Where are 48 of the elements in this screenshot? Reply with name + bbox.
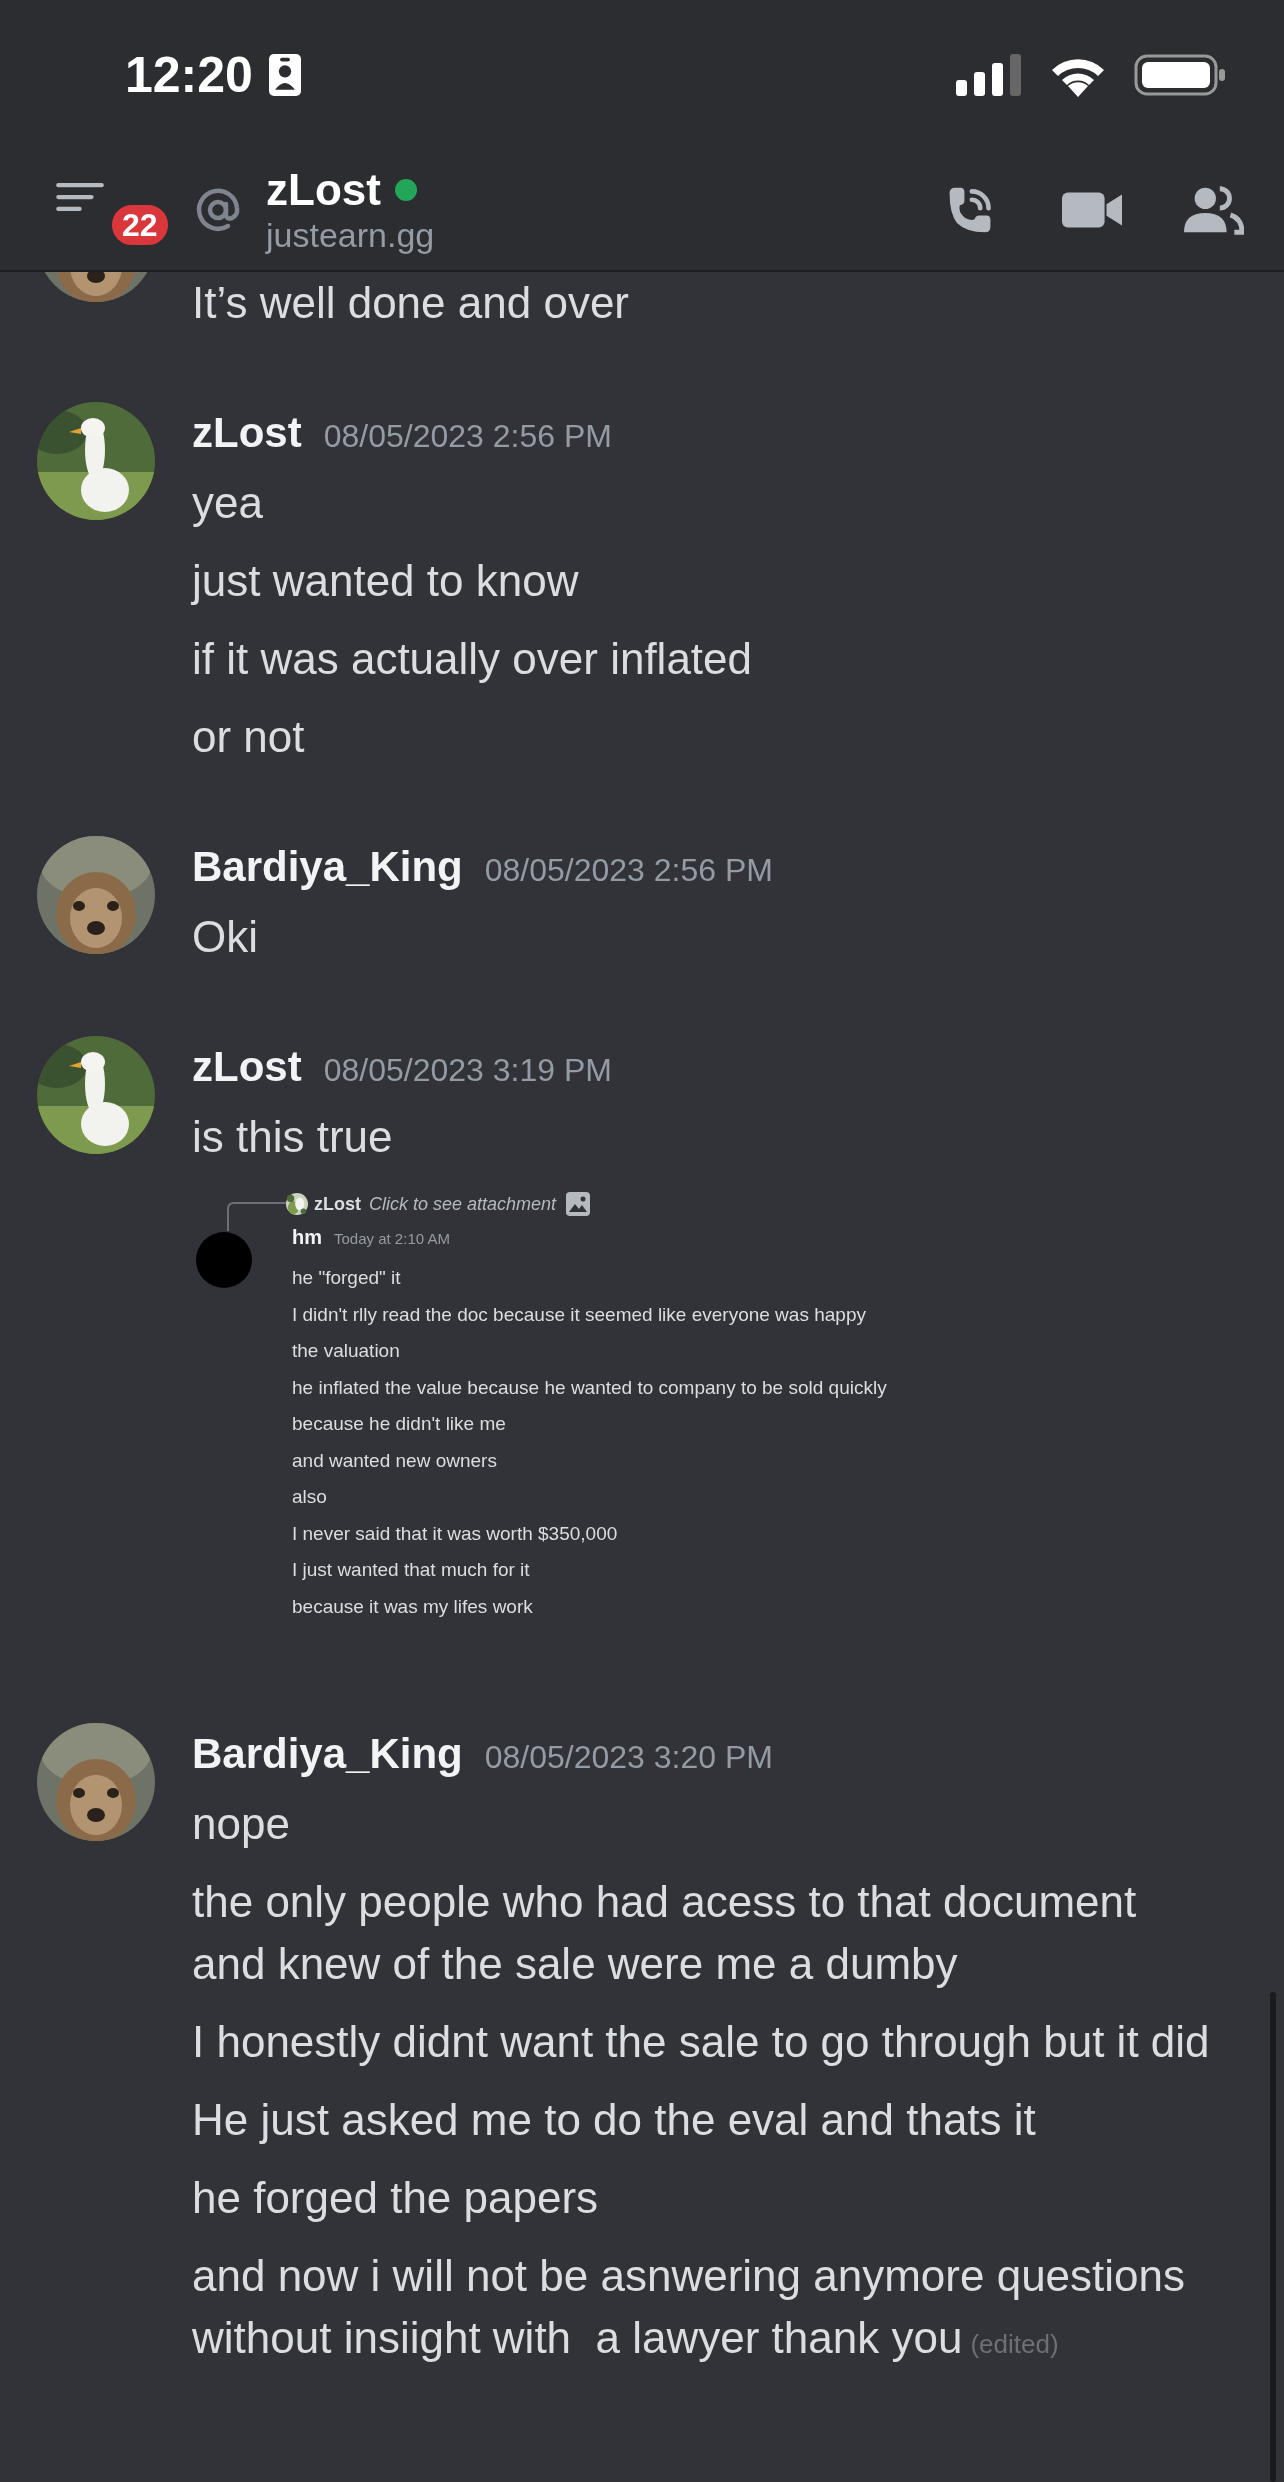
reply-author[interactable]: zLost <box>314 1193 361 1215</box>
message-text: I just wanted that much for it <box>292 1558 531 1582</box>
message-text: I never said that it was worth $350,000 <box>292 1521 619 1546</box>
scrollbar[interactable] <box>1270 1992 1276 2482</box>
message-text: and now i will not be asnwering anymore questions without insiight with a lawyer thank you (edited) <box>192 2250 1186 2364</box>
channel-subtitle: justearn.gg <box>266 215 435 255</box>
at-icon <box>194 186 242 234</box>
battery-icon <box>1134 54 1226 96</box>
message-text: It’s well done and over <box>192 277 630 329</box>
channel-name[interactable]: zLost <box>266 165 381 215</box>
message-text: he inflated the value because he wanted to company to be sold quickly <box>292 1375 887 1400</box>
id-card-icon <box>268 54 301 96</box>
message-text: I honestly didnt want the sale to go through but it did <box>192 2016 1211 2068</box>
message-timestamp: 08/05/2023 3:19 PM <box>323 1052 612 1089</box>
message-text: Oki <box>192 911 259 963</box>
edited-label: (edited) <box>970 2329 1059 2359</box>
message-text: he forged the papers <box>192 2172 600 2224</box>
avatar <box>196 1232 252 1288</box>
message-text: if it was actually over inflated <box>192 633 754 685</box>
message-timestamp: Today at 2:10 AM <box>334 1230 450 1247</box>
message-timestamp: 08/05/2023 2:56 PM <box>323 418 612 455</box>
message-text: or not <box>192 711 306 763</box>
reply-text[interactable]: Click to see attachment <box>369 1193 557 1215</box>
message-text: is this true <box>192 1111 394 1163</box>
message-text: the valuation <box>292 1339 401 1363</box>
message-text: also <box>292 1485 328 1509</box>
author-name[interactable]: Bardiya_King <box>192 1723 463 1785</box>
status-time: 12:20 <box>125 46 253 104</box>
message-text: and wanted new owners <box>292 1448 498 1473</box>
message-timestamp: 08/05/2023 3:20 PM <box>484 1739 773 1776</box>
message-text: because he didn't like me <box>292 1412 507 1436</box>
message-text: He just asked me to do the eval and thats it <box>192 2094 1037 2146</box>
author-name[interactable]: Bardiya_King <box>192 836 463 898</box>
author-name: hm <box>292 1226 322 1249</box>
message-text: because it was my lifes work <box>292 1594 534 1619</box>
members-icon[interactable] <box>1184 184 1244 236</box>
author-name[interactable]: zLost <box>192 1036 302 1098</box>
message-text: he "forged" it <box>292 1266 402 1290</box>
message-text: yea <box>192 477 264 529</box>
message-text: nope <box>192 1798 291 1850</box>
image-icon <box>566 1192 591 1216</box>
reply-connector <box>226 1201 286 1231</box>
message-text: just wanted to know <box>192 555 580 607</box>
message-text: the only people who had acess to that document and knew of the sale were me a dumby <box>192 1876 1138 1990</box>
message-timestamp: 08/05/2023 2:56 PM <box>484 852 773 889</box>
signal-icon <box>956 54 1022 96</box>
message-text: I didn't rlly read the doc because it seemed like everyone was happy <box>292 1302 867 1327</box>
author-name[interactable]: zLost <box>192 402 302 464</box>
